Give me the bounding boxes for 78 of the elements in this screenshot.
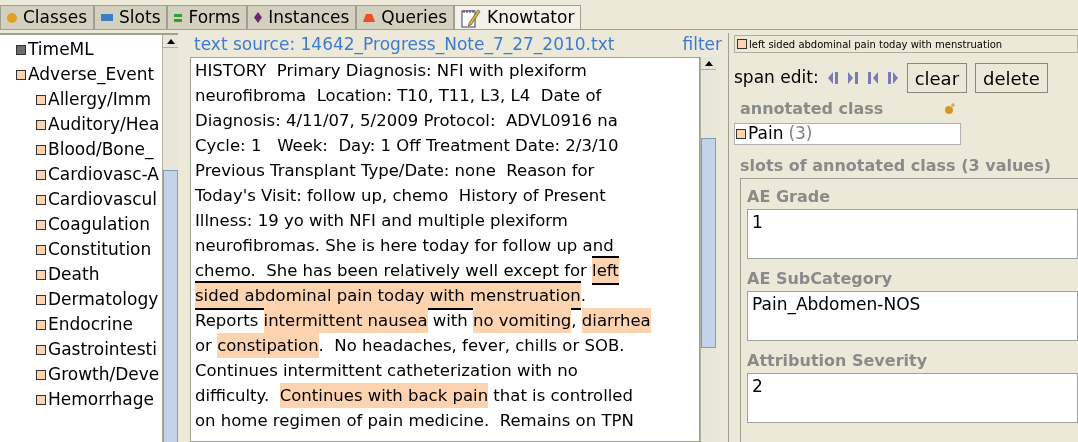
tab[interactable]: Instances [247, 5, 357, 29]
bar-icon [101, 14, 114, 21]
document-line-text: on home regimen of pain medicine. Remains on TPN [195, 410, 634, 432]
tab[interactable]: Slots [94, 5, 168, 29]
annotated-class-heading: annotated class [740, 98, 884, 120]
class-name: Pain [748, 122, 784, 146]
document-line-text: Previous Transplant Type/Date: none Reason for [195, 160, 595, 182]
grow-left-icon[interactable] [826, 71, 839, 85]
document-line-text: with [431, 310, 469, 332]
document-line-text: Reports [195, 310, 260, 332]
tab[interactable]: Knowtator [454, 5, 582, 29]
document-line-text: Diagnosis: 4/11/07, 5/2009 Protocol: ADVL0916 na [195, 110, 618, 132]
annotation-highlight[interactable]: no vomiting [473, 308, 572, 333]
class-tree-item[interactable]: Cardiovasc-A [16, 162, 162, 187]
shrink-right-icon[interactable] [866, 71, 879, 85]
scroll-up-icon[interactable] [166, 38, 175, 44]
annotation-highlight[interactable]: left [592, 256, 619, 285]
class-tree-item[interactable]: Endocrine [16, 312, 162, 337]
document-line-text: or [195, 335, 213, 357]
scroll-up-icon[interactable] [704, 60, 713, 66]
annotation-highlight[interactable]: intermittent nausea [263, 308, 428, 333]
document-line-text: , [571, 310, 578, 332]
selected-span-text: left sided abdominal pain today with menstruation [734, 35, 1078, 53]
document-line-text: HISTORY Primary Diagnosis: NFI with plexiform [195, 60, 587, 82]
document-line-text: . No headaches, fever, chills or SOB. [318, 335, 625, 357]
class-tree-item[interactable]: Death [16, 262, 162, 287]
slot-label: AE Grade [747, 186, 831, 208]
annotation-highlight[interactable]: constipation [217, 333, 319, 358]
class-tree-item[interactable]: Dermatology [16, 287, 162, 312]
class-tree-item[interactable]: Hemorrhage [16, 387, 162, 412]
class-tree-item[interactable]: Constitution [16, 237, 162, 262]
diamond-icon [254, 12, 263, 23]
document-line-text: difficulty. [195, 385, 271, 407]
document-line-text: . [580, 285, 586, 307]
annotated-class-field[interactable]: Pain (3) [734, 123, 961, 145]
slot-label: AE SubCategory [747, 268, 894, 290]
class-tree-item[interactable]: TimeML [16, 37, 162, 62]
slot-value-field[interactable]: Pain_Abdomen-NOS [747, 291, 1078, 341]
document-line-text: Continues intermittent catheterization with no [195, 360, 578, 382]
dot-icon [7, 12, 17, 23]
class-tree-item[interactable]: Growth/Deve [16, 362, 162, 387]
document-line-text: that is controlled [492, 385, 633, 407]
class-tree-item[interactable]: Cardiovascul [16, 187, 162, 212]
annotation-highlight[interactable]: diarrhea [581, 308, 651, 333]
document-line-text: neurofibromas. She is here today for follow up and [195, 235, 614, 257]
grow-right-icon[interactable] [886, 71, 899, 85]
class-tree-item[interactable]: Auditory/Hea [16, 112, 162, 137]
document-line-text: Illness: 19 yo with NFI and multiple plexiform [195, 210, 568, 232]
class-tree-item[interactable]: Adverse_Event [16, 62, 162, 87]
class-count: (3) [788, 122, 813, 146]
tab[interactable]: Forms [167, 5, 248, 29]
slot-value-field[interactable]: 1 [747, 209, 1078, 259]
document-line-text: neurofibroma Location: T10, T11, L3, L4 Date of [195, 85, 602, 107]
document-line-text: Cycle: 1 Week: Day: 1 Off Treatment Date: 2/3/10 [195, 135, 619, 157]
annotation-highlight[interactable]: Continues with back pain [279, 383, 489, 408]
tab[interactable]: Queries [356, 5, 454, 29]
tab[interactable]: Classes [0, 5, 95, 29]
class-tree-item[interactable]: Gastrointesti [16, 337, 162, 362]
clear-button[interactable]: clear [906, 63, 968, 93]
delete-button[interactable]: delete [975, 63, 1048, 93]
shrink-left-icon[interactable] [846, 71, 859, 85]
scrollbar[interactable] [700, 57, 716, 442]
document-line-text: Today's Visit: follow up, chemo History of Present [195, 185, 606, 207]
span-edit-label: span edit: [734, 66, 819, 90]
class-swatch-icon [737, 39, 747, 49]
pin-icon[interactable] [944, 103, 956, 115]
notepad-pencil-icon [461, 7, 481, 28]
scrollbar[interactable] [162, 35, 178, 442]
slots-heading: slots of annotated class (3 values) [739, 155, 1052, 177]
class-tree-item[interactable]: Coagulation [16, 212, 162, 237]
slot-value-field[interactable]: 2 [747, 373, 1078, 423]
class-tree-item[interactable]: Allergy/Imm [16, 87, 162, 112]
annotation-highlight[interactable]: sided abdominal pain today with menstruation [195, 281, 581, 310]
document-line-text: chemo. She has been relatively well except for [195, 260, 588, 282]
class-tree-item[interactable]: Blood/Bone_ [16, 137, 162, 162]
lines-icon [174, 13, 183, 22]
text-source-title: text source: 14642_Progress_Note_7_27_2010.txt [194, 33, 615, 57]
slot-label: Attribution Severity [747, 350, 929, 372]
